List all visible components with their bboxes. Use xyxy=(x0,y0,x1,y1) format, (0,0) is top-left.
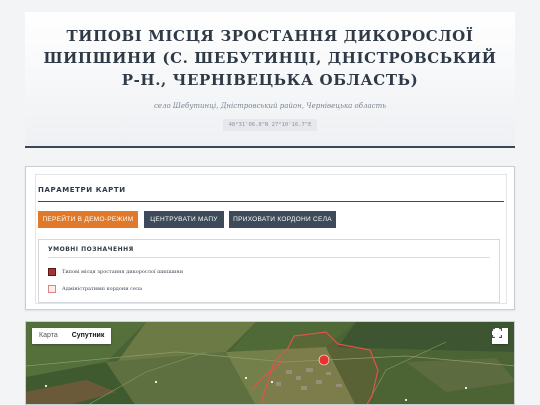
divider xyxy=(38,201,504,202)
coordinates-badge: 48°31'06.8"N 27°10'16.7"E xyxy=(222,119,318,131)
map-type-map[interactable]: Карта xyxy=(32,328,65,344)
legend-label: Адміністративні кордони села xyxy=(62,285,143,292)
divider xyxy=(48,257,490,258)
hide-borders-button[interactable]: ПРИХОВАТИ КОРДОНИ СЕЛА xyxy=(229,211,336,228)
center-map-button[interactable]: ЦЕНТРУВАТИ МАПУ xyxy=(144,211,224,228)
map-parameters-panel: ПАРАМЕТРИ КАРТИ ПЕРЕЙТИ В ДЕМО-РЕЖИМ ЦЕН… xyxy=(25,166,515,310)
fullscreen-icon xyxy=(492,328,502,338)
map-type-control: Карта Супутник xyxy=(32,328,112,344)
map-type-satellite[interactable]: Супутник xyxy=(65,328,112,344)
legend: УМОВНІ ПОЗНАЧЕННЯ Типові місця зростання… xyxy=(38,239,500,303)
legend-label: Типові місця зростання дикорослої шипшин… xyxy=(62,268,184,275)
legend-swatch-borders xyxy=(48,284,56,293)
legend-swatch-rosehip xyxy=(48,267,56,276)
map-parameters-inner: ПАРАМЕТРИ КАРТИ ПЕРЕЙТИ В ДЕМО-РЕЖИМ ЦЕН… xyxy=(35,174,507,304)
page-header: ТИПОВІ МІСЦЯ ЗРОСТАННЯ ДИКОРОСЛОЇ ШИПШИН… xyxy=(25,12,515,148)
legend-item-village-borders: Адміністративні кордони села xyxy=(48,284,142,293)
legend-item-rosehip-sites: Типові місця зростання дикорослої шипшин… xyxy=(48,267,183,276)
legend-title: УМОВНІ ПОЗНАЧЕННЯ xyxy=(48,246,134,253)
demo-mode-button[interactable]: ПЕРЕЙТИ В ДЕМО-РЕЖИМ xyxy=(38,211,138,228)
fullscreen-button[interactable] xyxy=(492,328,508,344)
rosehip-site-marker xyxy=(318,354,330,366)
satellite-map[interactable]: Карта Супутник xyxy=(25,321,515,405)
map-parameters-title: ПАРАМЕТРИ КАРТИ xyxy=(38,186,126,194)
location-subtitle: село Шебутинці, Дністровський район, Чер… xyxy=(153,102,387,110)
page-title: ТИПОВІ МІСЦЯ ЗРОСТАННЯ ДИКОРОСЛОЇ ШИПШИН… xyxy=(43,27,497,89)
